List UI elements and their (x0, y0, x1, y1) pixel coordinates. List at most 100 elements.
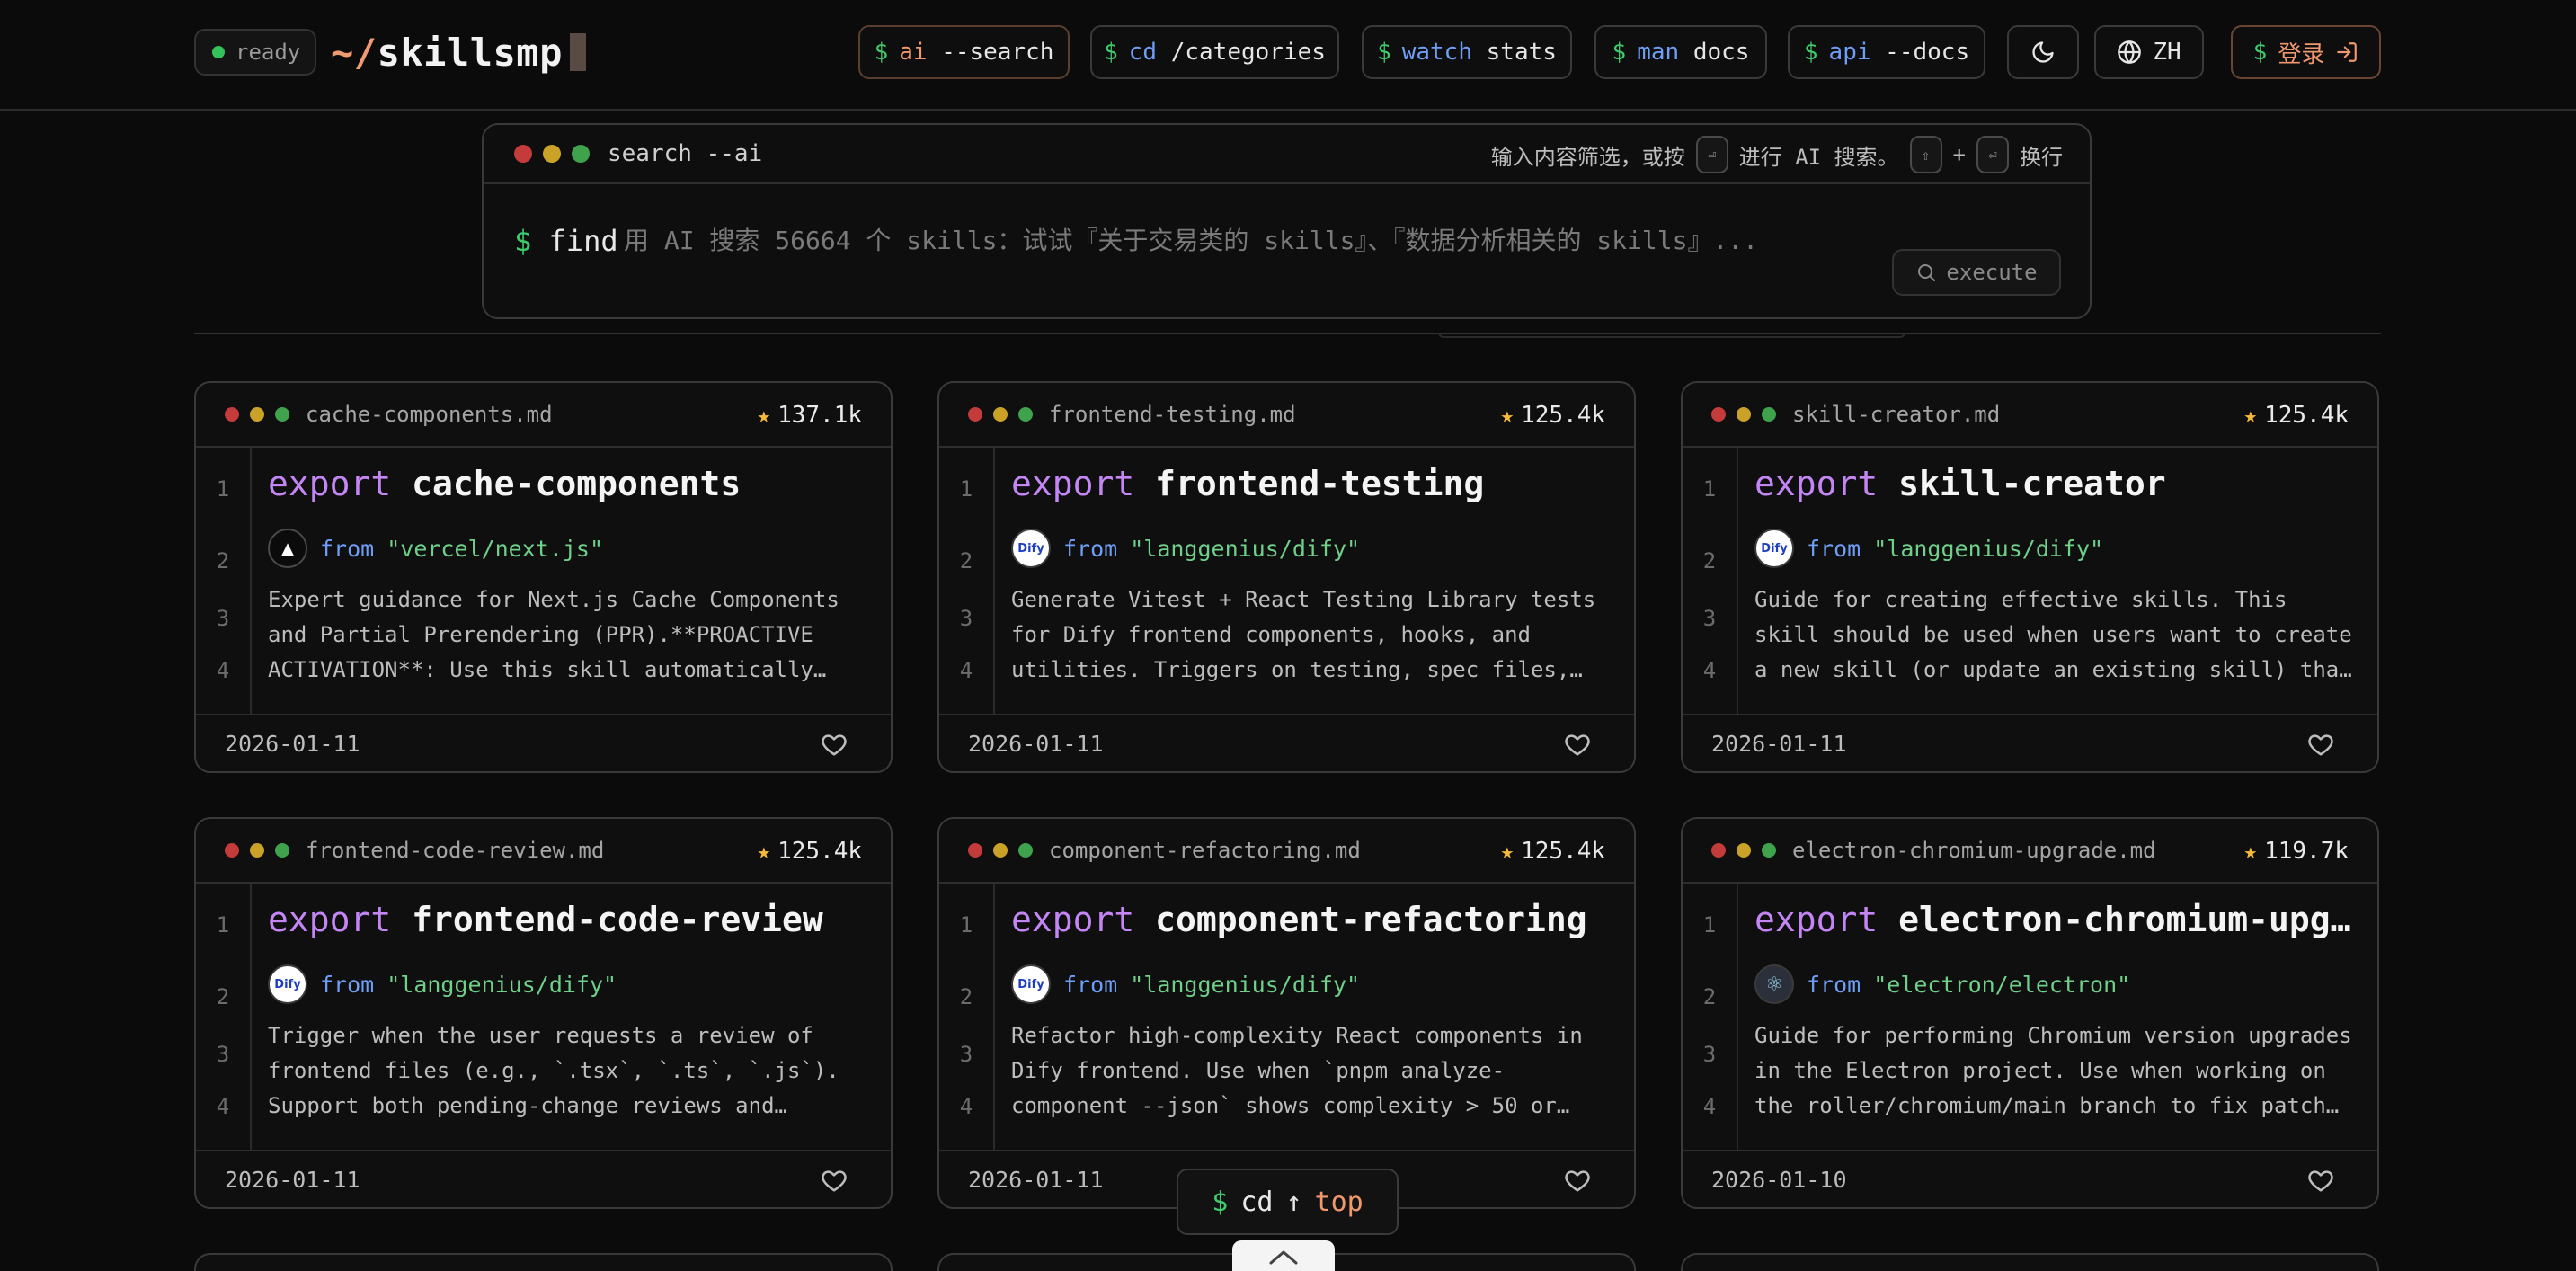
heart-icon[interactable] (1564, 1167, 1591, 1194)
ai-search-panel: search --ai 输入内容筛选，或按 ⏎ 进行 AI 搜索。 ⇧ + ⏎ … (482, 123, 2092, 319)
repo-name[interactable]: "langgenius/dify" (1130, 972, 1360, 998)
star-count: ★ 137.1k (758, 383, 862, 448)
skill-description: Guide for creating effective skills. Thi… (1754, 587, 2352, 682)
line-number: 3 (959, 1042, 973, 1067)
export-keyword: export (268, 464, 392, 503)
execute-button[interactable]: execute (1892, 249, 2061, 296)
skill-source: ▲ from "vercel/next.js" (268, 529, 603, 568)
skill-name: electron-chromium-upgrade (1898, 900, 2357, 939)
nav-ai-search-button[interactable]: $ ai --search (858, 25, 1070, 79)
repo-name[interactable]: "vercel/next.js" (386, 536, 603, 562)
prompt-cmd: find (548, 224, 618, 258)
card-body: 1 2 3 4 export frontend-testing Dify from "lang… (939, 448, 1634, 714)
card-footer: 2026-01-11 (196, 1150, 891, 1207)
nav-arg: stats (1486, 39, 1557, 66)
scroll-to-top-button[interactable]: $ cd ↑ top (1177, 1169, 1399, 1235)
skill-title[interactable]: export component-refactoring (1011, 900, 1613, 939)
heart-icon[interactable] (821, 731, 848, 758)
skill-card[interactable]: frontend-code-review.md ★ 125.4k 1 2 3 4 export… (194, 817, 893, 1209)
line-gutter: 1 2 3 4 (939, 884, 995, 1150)
card-header: frontend-testing.md ★ 125.4k (939, 383, 1634, 448)
heart-icon[interactable] (2307, 731, 2334, 758)
skill-card[interactable]: skill-creator.md ★ 125.4k 1 2 3 4 export skill-… (1681, 381, 2379, 773)
prompt-dollar: $ (514, 224, 532, 258)
logo-prefix: ~/ (331, 30, 378, 75)
skill-card-peek[interactable] (194, 1253, 893, 1271)
skill-title[interactable]: export cache-components (268, 464, 870, 503)
export-keyword: export (1754, 464, 1879, 503)
star-icon: ★ (757, 839, 771, 864)
card-date: 2026-01-11 (225, 1166, 360, 1193)
login-button[interactable]: $ 登录 (2231, 25, 2381, 79)
skill-name: component-refactoring (1155, 900, 1587, 939)
from-keyword: from (1807, 535, 1861, 562)
theme-toggle-button[interactable] (2007, 25, 2079, 79)
window-maximize-dot-icon (1018, 407, 1033, 422)
card-body: 1 2 3 4 export skill-creator Dify from "langgen… (1683, 448, 2377, 714)
hint-text: 输入内容筛选，或按 (1490, 144, 1685, 170)
line-number: 1 (1702, 912, 1717, 938)
skill-title[interactable]: export frontend-testing (1011, 464, 1613, 503)
card-date: 2026-01-11 (968, 730, 1104, 757)
card-header: electron-chromium-upgrade.md ★ 119.7k (1683, 819, 2377, 884)
skill-title[interactable]: export electron-chromium-upgrade (1754, 900, 2357, 939)
line-number: 4 (959, 1094, 973, 1119)
status-text: ready (235, 40, 301, 65)
line-gutter: 1 2 3 4 (1683, 884, 1738, 1150)
nav-stats-button[interactable]: $ watch stats (1362, 25, 1572, 79)
card-filename: skill-creator.md (1792, 402, 2001, 427)
top-header: ready ~/ skillsmp $ ai --search $ cd /ca… (0, 0, 2576, 111)
line-number: 4 (959, 658, 973, 683)
card-footer: 2026-01-10 (1683, 1150, 2377, 1207)
cursor-block-icon (569, 33, 586, 71)
line-number: 1 (959, 912, 973, 938)
window-minimize-dot-icon (1737, 843, 1751, 858)
card-date: 2026-01-10 (1711, 1166, 1847, 1193)
skill-card-peek[interactable] (1681, 1253, 2379, 1271)
heart-icon[interactable] (821, 1167, 848, 1194)
site-logo[interactable]: ~/ skillsmp (331, 27, 586, 77)
line-number: 4 (216, 1094, 230, 1119)
nav-categories-button[interactable]: $ cd /categories (1090, 25, 1339, 79)
line-gutter: 1 2 3 4 (196, 884, 252, 1150)
nav-docs-button[interactable]: $ man docs (1594, 25, 1767, 79)
language-label: ZH (2153, 39, 2181, 66)
heart-icon[interactable] (1564, 731, 1591, 758)
from-keyword: from (1063, 971, 1118, 998)
nav-arg: /categories (1170, 39, 1326, 66)
divider-tab (1438, 333, 1905, 338)
from-keyword: from (320, 535, 375, 562)
search-prompt: $ find (514, 224, 618, 258)
skill-title[interactable]: export skill-creator (1754, 464, 2357, 503)
skill-name: frontend-testing (1155, 464, 1485, 503)
star-value: 125.4k (2264, 402, 2349, 429)
star-value: 137.1k (777, 402, 862, 429)
float-target: top (1314, 1186, 1364, 1218)
repo-name[interactable]: "electron/electron" (1873, 972, 2130, 998)
login-icon (2337, 42, 2358, 62)
star-icon: ★ (2243, 403, 2258, 428)
card-body: 1 2 3 4 export electron-chromium-upgrade ⚛ fro… (1683, 884, 2377, 1150)
search-title: search --ai (608, 140, 763, 167)
skill-title[interactable]: export frontend-code-review (268, 900, 870, 939)
repo-name[interactable]: "langgenius/dify" (1130, 536, 1360, 562)
language-button[interactable]: ZH (2094, 25, 2204, 79)
skill-card[interactable]: component-refactoring.md ★ 125.4k 1 2 3 4 expor… (937, 817, 1636, 1209)
line-number: 2 (959, 984, 973, 1009)
star-value: 125.4k (1521, 402, 1605, 429)
repo-name[interactable]: "langgenius/dify" (1873, 536, 2103, 562)
heart-icon[interactable] (2307, 1167, 2334, 1194)
window-close-dot-icon (514, 145, 532, 163)
skill-card[interactable]: electron-chromium-upgrade.md ★ 119.7k 1 2 3 4 e… (1681, 817, 2379, 1209)
skill-card[interactable]: frontend-testing.md ★ 125.4k 1 2 3 4 export fro… (937, 381, 1636, 773)
skill-source: Dify from "langgenius/dify" (1754, 529, 2103, 568)
skill-card[interactable]: cache-components.md ★ 137.1k 1 2 3 4 export cac… (194, 381, 893, 773)
nav-api-docs-button[interactable]: $ api --docs (1788, 25, 1985, 79)
skill-description: Generate Vitest + React Testing Library … (1011, 587, 1596, 682)
line-number: 3 (216, 606, 230, 631)
repo-name[interactable]: "langgenius/dify" (386, 972, 617, 998)
window-minimize-dot-icon (993, 407, 1008, 422)
search-input[interactable] (624, 220, 1972, 260)
expand-tab-button[interactable] (1232, 1240, 1335, 1271)
card-filename: component-refactoring.md (1049, 838, 1361, 863)
